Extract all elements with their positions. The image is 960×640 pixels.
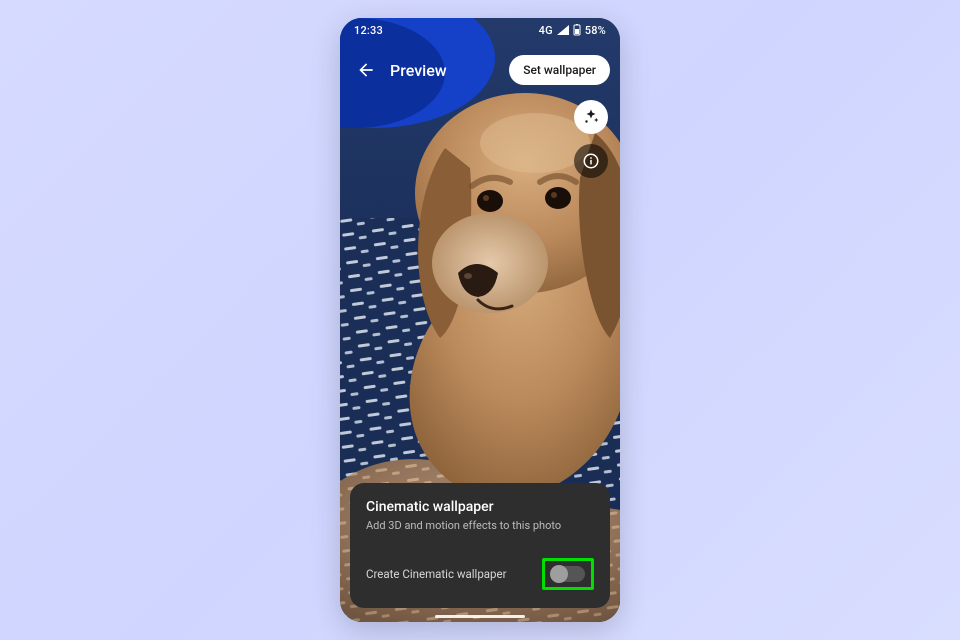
status-bar: 12:33 4G 58% xyxy=(340,18,620,42)
gesture-bar xyxy=(435,615,525,618)
status-battery-pct: 58% xyxy=(585,24,606,37)
phone-frame: 12:33 4G 58% Preview Set wallpaper Ci xyxy=(340,18,620,622)
set-wallpaper-button[interactable]: Set wallpaper xyxy=(509,55,610,85)
battery-icon xyxy=(573,24,581,36)
info-button[interactable] xyxy=(574,144,608,178)
card-title: Cinematic wallpaper xyxy=(366,499,594,515)
cinematic-toggle[interactable] xyxy=(551,566,585,582)
highlight-box xyxy=(542,558,594,590)
status-right: 4G 58% xyxy=(539,24,606,37)
page-title: Preview xyxy=(390,61,509,80)
card-subtitle: Add 3D and motion effects to this photo xyxy=(366,519,594,532)
signal-icon xyxy=(557,25,569,35)
toggle-row: Create Cinematic wallpaper xyxy=(366,558,594,590)
back-button[interactable] xyxy=(350,54,382,86)
cinematic-card: Cinematic wallpaper Add 3D and motion ef… xyxy=(350,483,610,608)
effects-button[interactable] xyxy=(574,100,608,134)
status-network: 4G xyxy=(539,24,553,37)
sparkle-icon xyxy=(582,108,600,126)
info-icon xyxy=(582,152,600,170)
status-time: 12:33 xyxy=(354,24,383,37)
toggle-label: Create Cinematic wallpaper xyxy=(366,567,507,581)
app-bar: Preview Set wallpaper xyxy=(340,46,620,94)
arrow-back-icon xyxy=(356,60,376,80)
